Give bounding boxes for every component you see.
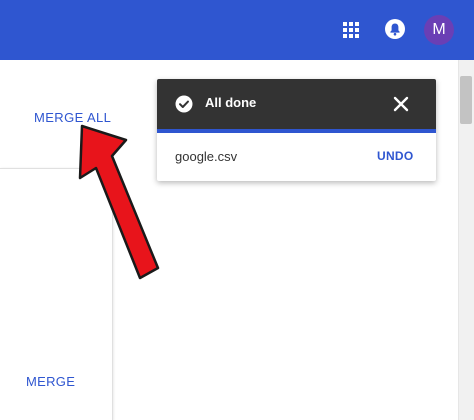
close-icon[interactable] [393,96,409,112]
imported-filename: google.csv [175,149,238,164]
bell-icon[interactable] [384,18,406,40]
import-toast: All done google.csv UNDO [157,79,436,181]
page: M MERGE ALL MERGE All done google.csv UN… [0,0,474,420]
top-app-bar: M [0,0,474,60]
toast-accent-bar [157,129,436,133]
toast-title: All done [205,95,257,110]
toast-header: All done [157,79,436,129]
scrollbar-thumb[interactable] [460,76,472,124]
apps-grid-icon[interactable] [341,20,361,40]
undo-button[interactable]: UNDO [377,149,414,163]
avatar[interactable]: M [424,15,454,45]
check-circle-icon [175,95,193,113]
merge-button[interactable]: MERGE [26,374,75,389]
red-arrow-annotation [78,124,160,280]
